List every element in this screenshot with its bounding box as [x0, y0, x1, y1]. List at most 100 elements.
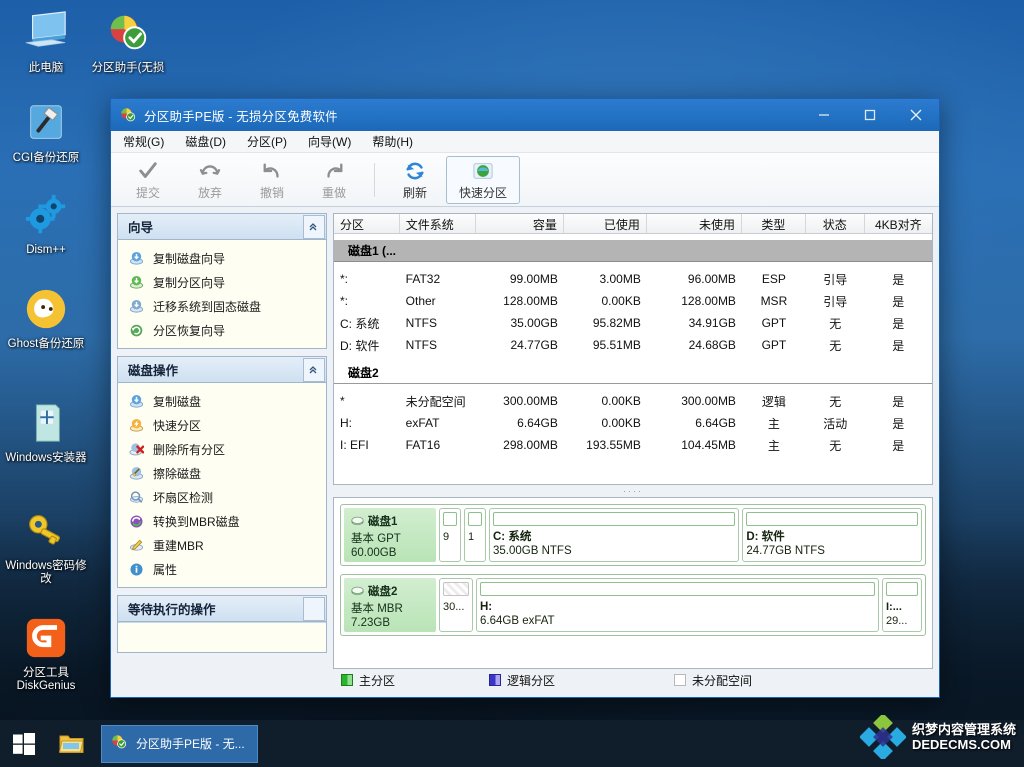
i-efi-block[interactable]: I:... 29...	[882, 578, 922, 632]
desktop-icon-ghost-backup-restore[interactable]: Ghost备份还原	[4, 286, 88, 351]
chevron-up-icon[interactable]	[303, 357, 325, 382]
col-filesystem[interactable]: 文件系统	[400, 214, 476, 233]
disk-operations-panel-body: 复制磁盘 快速分区 删除所有分区 擦除磁盘 坏扇区检测 转换到MBR磁盘 重建M…	[118, 383, 326, 587]
panel-title: 向导	[128, 221, 154, 235]
menu-help[interactable]: 帮助(H)	[370, 131, 422, 152]
table-row[interactable]: *: FAT32 99.00MB 3.00MB 96.00MB ESP 引导 是	[334, 268, 932, 290]
minimize-button[interactable]	[801, 100, 847, 131]
folder-icon	[58, 735, 84, 753]
partition-title: H:	[480, 601, 493, 613]
cell-used: 3.00MB	[599, 272, 641, 286]
menu-wizard[interactable]: 向导(W)	[306, 131, 360, 152]
col-unused[interactable]: 未使用	[647, 214, 742, 233]
desktop-icon-windows-installer[interactable]: Windows安装器	[4, 400, 88, 465]
col-capacity[interactable]: 容量	[476, 214, 564, 233]
col-used[interactable]: 已使用	[564, 214, 647, 233]
close-button[interactable]	[893, 100, 939, 131]
esp-block[interactable]: 9	[439, 508, 461, 562]
cell-unused: 6.64GB	[695, 416, 736, 430]
sidebar-item-copy-disk-wizard[interactable]: 复制磁盘向导	[118, 246, 326, 270]
commit-button[interactable]: 提交	[117, 156, 179, 204]
toolbar-label: 撤销	[259, 185, 284, 200]
sidebar-item-copy-disk[interactable]: 复制磁盘	[118, 389, 326, 413]
window-titlebar[interactable]: 分区助手PE版 - 无损分区免费软件	[111, 99, 939, 131]
watermark: 织梦内容管理系统 DEDECMS.COM	[859, 715, 1016, 759]
disk-title: 磁盘1	[368, 516, 398, 528]
panel-title: 磁盘操作	[128, 364, 179, 378]
wizard-panel-header[interactable]: 向导	[118, 214, 326, 240]
chevron-up-icon[interactable]	[303, 214, 325, 239]
table-row[interactable]: *: Other 128.00MB 0.00KB 128.00MB MSR 引导…	[334, 290, 932, 312]
sidebar-item-delete-all-partitions[interactable]: 删除所有分区	[118, 437, 326, 461]
desktop-icon-label: 分区助手(无损	[91, 62, 165, 74]
cell-filesystem: 未分配空间	[405, 394, 466, 409]
table-row[interactable]: H: exFAT 6.64GB 0.00KB 6.64GB 主 活动 是	[334, 412, 932, 434]
menu-general[interactable]: 常规(G)	[121, 131, 173, 152]
horizontal-splitter[interactable]: ····	[333, 485, 933, 497]
table-row[interactable]: I: EFI FAT16 298.00MB 193.55MB 104.45MB …	[334, 434, 932, 456]
desktop-icon-diskgenius[interactable]: 分区工具 DiskGenius	[4, 615, 88, 693]
disk1-map[interactable]: 磁盘1 基本 GPT 60.00GB 9 1 C: 系统 35.00GB NTF…	[340, 504, 926, 566]
sidebar-item-bad-sector-check[interactable]: 坏扇区检测	[118, 485, 326, 509]
taskbar-task-partition-assistant[interactable]: 分区助手PE版 - 无...	[101, 724, 258, 763]
sidebar-item-migrate-os-to-ssd[interactable]: 迁移系统到固态磁盘	[118, 294, 326, 318]
start-button[interactable]	[0, 720, 48, 767]
cell-type: GPT	[761, 316, 787, 330]
cell-status: 引导	[823, 272, 848, 287]
desktop-icon-dismpp[interactable]: Dism++	[4, 192, 88, 257]
h-block[interactable]: H: 6.64GB exFAT	[476, 578, 879, 632]
discard-button[interactable]: 放弃	[179, 156, 241, 204]
partition-title: C: 系统	[493, 531, 532, 543]
cell-used: 95.82MB	[592, 316, 641, 330]
chevron-up-icon[interactable]	[303, 596, 325, 621]
cell-4kb: 是	[892, 272, 905, 287]
sidebar-item-wipe-disk[interactable]: 擦除磁盘	[118, 461, 326, 485]
col-status[interactable]: 状态	[806, 214, 865, 233]
unallocated-block[interactable]: 30...	[439, 578, 473, 632]
partition-label: C: 系统 35.00GB NTFS	[493, 530, 735, 558]
desktop-icon-this-pc[interactable]: 此电脑	[4, 10, 88, 75]
disk2-map[interactable]: 磁盘2 基本 MBR 7.23GB 30... H: 6.64GB exFAT	[340, 574, 926, 636]
cell-filesystem: FAT32	[405, 272, 441, 286]
sidebar-item-rebuild-mbr[interactable]: 重建MBR	[118, 533, 326, 557]
pending-operations-panel-header[interactable]: 等待执行的操作	[118, 596, 326, 622]
sidebar-item-disk-properties[interactable]: 属性	[118, 557, 326, 581]
wizard-panel: 向导 复制磁盘向导 复制分区向导 迁移系统到固态磁盘 分区恢复向导	[117, 213, 327, 349]
col-type[interactable]: 类型	[742, 214, 806, 233]
disk-operations-panel-header[interactable]: 磁盘操作	[118, 357, 326, 383]
desktop-icon-windows-password-reset[interactable]: Windows密码修改	[4, 508, 88, 586]
table-row[interactable]: C: 系统 NTFS 35.00GB 95.82MB 34.91GB GPT 无…	[334, 312, 932, 334]
table-row[interactable]: D: 软件 NTFS 24.77GB 95.51MB 24.68GB GPT 无…	[334, 334, 932, 356]
desktop-icon-cgi-backup-restore[interactable]: CGI备份还原	[4, 100, 88, 165]
c-block[interactable]: C: 系统 35.00GB NTFS	[489, 508, 740, 562]
disk-info: 磁盘2 基本 MBR 7.23GB	[344, 578, 436, 632]
sidebar-item-convert-to-mbr-disk[interactable]: 转换到MBR磁盘	[118, 509, 326, 533]
primary-partition-swatch-icon	[341, 674, 353, 686]
undo-button[interactable]: 撤销	[241, 156, 303, 204]
disk-group-header[interactable]: 磁盘2	[334, 362, 932, 384]
sidebar-item-copy-partition-wizard[interactable]: 复制分区向导	[118, 270, 326, 294]
maximize-button[interactable]	[847, 100, 893, 131]
lightning-icon	[129, 418, 144, 433]
migrate-os-icon	[129, 299, 144, 314]
menu-partition[interactable]: 分区(P)	[245, 131, 296, 152]
redo-button[interactable]: 重做	[303, 156, 365, 204]
cell-filesystem: Other	[405, 294, 436, 308]
menu-disk[interactable]: 磁盘(D)	[183, 131, 235, 152]
disk-group-header[interactable]: 磁盘1 (...	[334, 240, 932, 262]
usage-bar	[493, 512, 736, 526]
file-explorer-button[interactable]	[48, 720, 95, 767]
col-4kb-align[interactable]: 4KB对齐	[865, 214, 932, 233]
sidebar-item-partition-recovery-wizard[interactable]: 分区恢复向导	[118, 318, 326, 342]
table-row[interactable]: * 未分配空间 300.00MB 0.00KB 300.00MB 逻辑 无 是	[334, 390, 932, 412]
disk-map: 磁盘1 基本 GPT 60.00GB 9 1 C: 系统 35.00GB NTF…	[333, 497, 933, 669]
refresh-button[interactable]: 刷新	[384, 156, 446, 204]
sidebar-item-quick-partition[interactable]: 快速分区	[118, 413, 326, 437]
sidebar-item-label: 复制磁盘	[153, 394, 202, 409]
msr-block[interactable]: 1	[464, 508, 486, 562]
desktop-icon-label: CGI备份还原	[12, 152, 80, 164]
desktop-icon-partition-assistant[interactable]: 分区助手(无损	[86, 10, 170, 75]
quick-partition-button[interactable]: 快速分区	[446, 155, 520, 204]
col-partition[interactable]: 分区	[334, 214, 400, 233]
d-block[interactable]: D: 软件 24.77GB NTFS	[742, 508, 922, 562]
